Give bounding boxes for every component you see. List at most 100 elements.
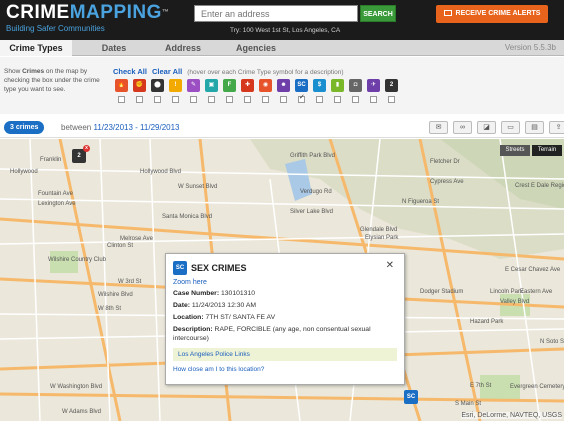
weapons-icon[interactable]: ✈ [367,79,380,92]
filter-help-text: Show Crimes on the map by checking the b… [4,68,100,93]
vandalism-checkbox[interactable] [334,96,341,103]
map-label: Santa Monica Blvd [162,214,213,220]
sex-crimes-icon: SC [173,261,187,275]
popup-title: SEX CRIMES [191,263,247,273]
map-label: Lexington Ave [38,201,76,207]
email-icon[interactable]: ✉ [429,121,448,134]
map-label: Fletcher Dr [430,159,460,165]
map-label: Elysian Park [365,235,399,241]
map-label: Glendale Blvd [360,227,398,233]
map-label: Melrose Ave [120,236,153,242]
streets-toggle[interactable]: Streets [500,145,530,156]
dui-checkbox[interactable] [208,96,215,103]
homicide-checkbox[interactable] [244,96,251,103]
check-links: Check All Clear All (hover over each Cri… [113,67,347,76]
map-label: Crest E Dale Regional Park [515,183,564,189]
crime-count-badge[interactable]: 3 crimes [4,121,45,134]
theft-checkbox[interactable] [316,96,323,103]
robbery-checkbox[interactable] [280,96,287,103]
homicide-icon[interactable]: ✚ [241,79,254,92]
vehicle-break-in-icon[interactable]: ◘ [349,79,362,92]
terrain-toggle[interactable]: Terrain [532,145,562,156]
map-label: Eastern Ave [520,289,553,295]
search-button[interactable]: SEARCH [360,5,396,22]
disturbing-peace-icon[interactable]: ! [169,79,182,92]
arson-checkbox[interactable] [118,96,125,103]
clear-all-link[interactable]: Clear All [152,67,182,76]
map-label: Valley Blvd [500,299,530,305]
date-range-value[interactable]: 11/23/2013 - 11/29/2013 [93,123,179,132]
cluster-badge-icon: x [83,145,90,152]
fraud-icon[interactable]: F [223,79,236,92]
tab-crime-types[interactable]: Crime Types [0,40,72,56]
print-icon[interactable]: ▤ [525,121,544,134]
map-label: Lincoln Park [490,289,524,295]
sex-crimes-checkbox[interactable] [298,93,305,103]
window-icon[interactable]: ▭ [501,121,520,134]
weapons-checkbox[interactable] [370,96,377,103]
arson-icon[interactable]: 🔥 [115,79,128,92]
link-icon[interactable]: ∞ [453,121,472,134]
between-label: between [61,123,92,132]
sex-crimes-icon[interactable]: SC [295,79,308,92]
map-label: W 8th St [98,306,122,312]
disturbing-peace-checkbox[interactable] [172,96,179,103]
map-label: Franklin [40,157,62,163]
map-label: W Sunset Blvd [178,184,218,190]
motor-vehicle-theft-icon[interactable]: ◉ [259,79,272,92]
logo[interactable]: CRIMEMAPPING™ Building Safer Communities [6,2,170,34]
description-row: Description: RAPE, FORCIBLE (any age, no… [173,326,371,342]
logo-tm: ™ [161,9,170,16]
chart-icon[interactable]: ◪ [477,121,496,134]
other-icon[interactable]: 2 [385,79,398,92]
assault-checkbox[interactable] [136,96,143,103]
map-label: N Figueroa St [402,199,440,205]
other-checkbox[interactable] [388,96,395,103]
address-search-input[interactable] [194,5,358,22]
burglary-icon[interactable]: ⬤ [151,79,164,92]
crime-type-filter-panel: Show Crimes on the map by checking the b… [0,57,564,114]
tab-agencies[interactable]: Agencies [220,40,292,56]
map-label: Griffith Park Blvd [290,153,335,159]
envelope-icon [443,10,452,17]
robbery-icon[interactable]: ☻ [277,79,290,92]
results-bar: 3 crimes between 11/23/2013 - 11/29/2013… [0,114,564,138]
map-label: Clinton St [107,243,134,249]
drugs-icon[interactable]: ✎ [187,79,200,92]
vehicle-break-in-checkbox[interactable] [352,96,359,103]
agency-link[interactable]: Los Angeles Police Links [173,348,397,361]
map-label: Silver Lake Blvd [290,209,334,215]
map-label: Hollywood Blvd [140,169,182,175]
tab-bar: Crime Types Dates Address Agencies Versi… [0,40,564,56]
sex-crimes-marker[interactable]: SC [404,390,418,404]
crime-detail-popup: ✕ SC SEX CRIMES Zoom here Case Number: 1… [165,253,405,385]
map-label: Dodger Stadium [420,289,464,295]
map-label: Verdugo Rd [300,189,332,195]
popup-header: SC SEX CRIMES [173,261,397,275]
map-label: Fountain Ave [38,191,73,197]
motor-vehicle-theft-checkbox[interactable] [262,96,269,103]
check-all-link[interactable]: Check All [113,67,147,76]
map-label: Hollywood [10,169,38,175]
map-label: Wilshire Blvd [98,292,133,298]
drugs-checkbox[interactable] [190,96,197,103]
map-attribution: Esri, DeLorme, NAVTEQ, USGS [461,412,562,419]
distance-link[interactable]: How close am I to this location? [173,366,397,373]
vandalism-icon[interactable]: ▮ [331,79,344,92]
tab-dates[interactable]: Dates [78,40,150,56]
cluster-marker[interactable]: 2 x [72,145,90,163]
logo-mapping: MAPPING [69,2,162,23]
receive-crime-alerts-button[interactable]: RECEIVE CRIME ALERTS [436,5,548,23]
tab-address[interactable]: Address [150,40,216,56]
assault-icon[interactable]: ✊ [133,79,146,92]
map-label: E 7th St [470,383,492,389]
alerts-button-label: RECEIVE CRIME ALERTS [455,10,541,17]
burglary-checkbox[interactable] [154,96,161,103]
share-icon[interactable]: ⇪ [549,121,564,134]
dui-icon[interactable]: ▣ [205,79,218,92]
theft-icon[interactable]: $ [313,79,326,92]
zoom-here-link[interactable]: Zoom here [173,279,397,286]
location-row: Location: 7TH ST/ SANTA FE AV [173,314,276,321]
fraud-checkbox[interactable] [226,96,233,103]
close-icon[interactable]: ✕ [386,260,394,271]
